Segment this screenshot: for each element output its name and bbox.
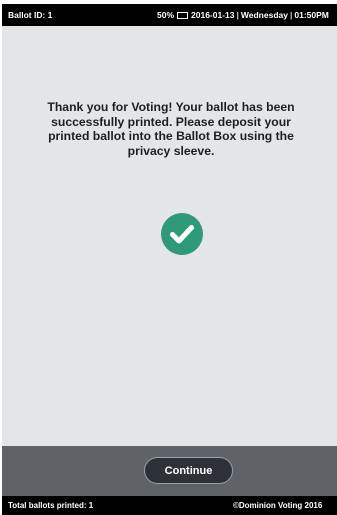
copyright-notice: ©Dominion Voting 2016	[233, 501, 323, 510]
action-bar: Continue	[2, 446, 337, 496]
date: 2016-01-13	[191, 10, 235, 20]
footer-bar: Total ballots printed: 1 ©Dominion Votin…	[2, 496, 337, 515]
confirmation-panel: Thank you for Voting! Your ballot has be…	[2, 26, 337, 446]
status-info: 50% 2016-01-13 | Wednesday | 01:50PM	[157, 10, 335, 20]
total-ballots-printed: Total ballots printed: 1	[8, 501, 94, 510]
separator: |	[289, 10, 293, 20]
check-circle-icon	[161, 213, 203, 255]
separator: |	[236, 10, 239, 20]
time: 01:50PM	[294, 10, 329, 20]
confirmation-message: Thank you for Voting! Your ballot has be…	[47, 100, 295, 158]
battery-level: 50%	[157, 10, 175, 20]
status-bar: Ballot ID: 1 50% 2016-01-13 | Wednesday | 01:…	[2, 4, 337, 26]
ballot-id: Ballot ID: 1	[8, 10, 53, 20]
continue-button[interactable]: Continue	[144, 457, 233, 484]
weekday: Wednesday	[240, 10, 288, 20]
ballot-marking-device-screen: Ballot ID: 1 50% 2016-01-13 | Wednesday | 01:…	[2, 4, 337, 515]
battery-icon	[177, 12, 189, 20]
